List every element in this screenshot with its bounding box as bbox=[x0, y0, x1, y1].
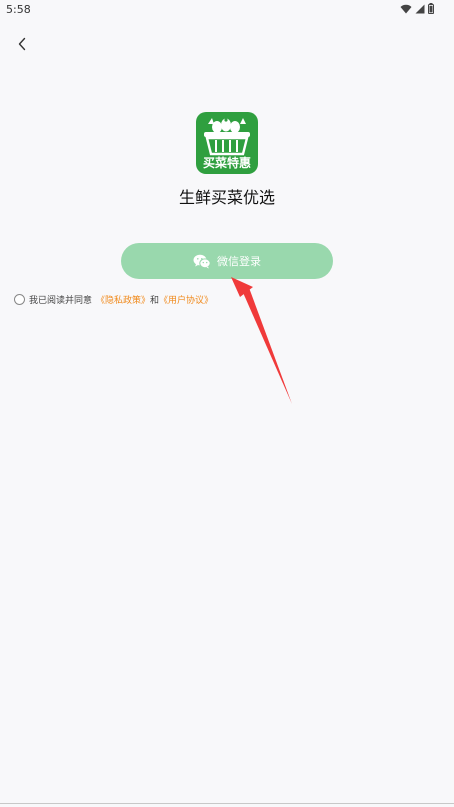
agree-checkbox[interactable] bbox=[14, 294, 25, 305]
wechat-icon bbox=[193, 254, 211, 268]
status-time: 5:58 bbox=[6, 3, 31, 16]
basket-icon bbox=[204, 118, 250, 156]
bottom-divider bbox=[0, 803, 454, 804]
login-screen: 5:58 买菜特惠 生鲜买菜优选 微信登录 我已阅读并同意 《隐私政策》 和 《… bbox=[0, 0, 454, 807]
logo-text: 买菜特惠 bbox=[202, 156, 251, 170]
agreement-row: 我已阅读并同意 《隐私政策》 和 《用户协议》 bbox=[14, 293, 213, 306]
back-button[interactable] bbox=[10, 32, 34, 56]
user-agreement-link[interactable]: 《用户协议》 bbox=[159, 293, 213, 306]
status-bar: 5:58 bbox=[0, 0, 454, 20]
status-icons bbox=[400, 3, 434, 14]
privacy-policy-link[interactable]: 《隐私政策》 bbox=[96, 293, 150, 306]
back-arrow-icon bbox=[18, 37, 26, 51]
wechat-login-label: 微信登录 bbox=[217, 255, 261, 268]
wechat-login-button[interactable]: 微信登录 bbox=[121, 243, 333, 279]
battery-icon bbox=[428, 3, 434, 14]
agreement-prefix: 我已阅读并同意 bbox=[29, 296, 93, 306]
agreement-connector: 和 bbox=[150, 296, 160, 306]
signal-icon bbox=[415, 4, 425, 13]
wifi-icon bbox=[400, 4, 412, 13]
app-name: 生鲜买菜优选 bbox=[178, 188, 275, 207]
app-logo: 买菜特惠 bbox=[196, 112, 258, 174]
